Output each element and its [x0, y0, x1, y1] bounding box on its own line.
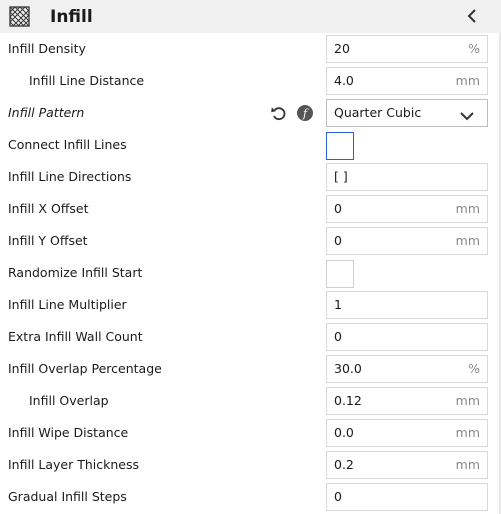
- setting-label: Infill Line Distance: [29, 73, 145, 88]
- connect-infill-lines-checkbox[interactable]: [326, 132, 354, 160]
- gradual-infill-steps-input[interactable]: 0: [326, 483, 488, 511]
- infill-overlap-input[interactable]: 0.12 mm: [326, 387, 488, 415]
- field-unit: mm: [455, 393, 480, 408]
- function-icon[interactable]: f: [296, 104, 314, 122]
- setting-label: Randomize Infill Start: [8, 265, 143, 280]
- field-value: 30.0: [334, 361, 362, 376]
- setting-label: Infill Pattern: [8, 105, 85, 120]
- field-unit: %: [468, 41, 480, 56]
- category-title: Infill: [50, 7, 93, 27]
- setting-label: Infill Layer Thickness: [8, 457, 140, 472]
- infill-x-offset-input[interactable]: 0 mm: [326, 195, 488, 223]
- extra-infill-wall-count-input[interactable]: 0: [326, 323, 488, 351]
- setting-infill-pattern: Infill Pattern f Quarter Cubic: [0, 97, 501, 129]
- setting-label: Connect Infill Lines: [8, 137, 127, 152]
- setting-infill-overlap: Infill Overlap 0.12 mm: [0, 385, 501, 417]
- infill-y-offset-input[interactable]: 0 mm: [326, 227, 488, 255]
- setting-label: Infill Density: [8, 41, 86, 56]
- setting-infill-density: Infill Density 20 %: [0, 33, 501, 65]
- setting-label: Infill Overlap Percentage: [8, 361, 162, 376]
- field-unit: mm: [455, 73, 480, 88]
- setting-infill-wipe-distance: Infill Wipe Distance 0.0 mm: [0, 417, 501, 449]
- setting-infill-line-multiplier: Infill Line Multiplier 1: [0, 289, 501, 321]
- infill-wipe-distance-input[interactable]: 0.0 mm: [326, 419, 488, 447]
- setting-label: Infill X Offset: [8, 201, 89, 216]
- field-unit: mm: [455, 425, 480, 440]
- infill-line-multiplier-input[interactable]: 1: [326, 291, 488, 319]
- setting-label: Infill Overlap: [29, 393, 109, 408]
- field-value: [ ]: [334, 169, 348, 184]
- category-header[interactable]: Infill: [0, 0, 501, 33]
- field-value: 0: [334, 201, 342, 216]
- infill-pattern-select[interactable]: Quarter Cubic: [326, 99, 488, 127]
- field-value: 0: [334, 489, 342, 504]
- setting-label: Infill Line Multiplier: [8, 297, 127, 312]
- infill-category-icon: [9, 6, 30, 27]
- setting-infill-y-offset: Infill Y Offset 0 mm: [0, 225, 501, 257]
- field-value: 4.0: [334, 73, 354, 88]
- setting-label: Infill Y Offset: [8, 233, 88, 248]
- infill-density-input[interactable]: 20 %: [326, 35, 488, 63]
- infill-line-distance-input[interactable]: 4.0 mm: [326, 67, 488, 95]
- field-value: 0: [334, 233, 342, 248]
- field-unit: mm: [455, 457, 480, 472]
- setting-infill-line-directions: Infill Line Directions [ ]: [0, 161, 501, 193]
- setting-label: Extra Infill Wall Count: [8, 329, 143, 344]
- infill-layer-thickness-input[interactable]: 0.2 mm: [326, 451, 488, 479]
- setting-infill-x-offset: Infill X Offset 0 mm: [0, 193, 501, 225]
- setting-extra-infill-wall-count: Extra Infill Wall Count 0: [0, 321, 501, 353]
- field-value: 0.12: [334, 393, 362, 408]
- setting-label: Infill Line Directions: [8, 169, 132, 184]
- field-value: 20: [334, 41, 350, 56]
- field-value: 0.2: [334, 457, 354, 472]
- field-unit: %: [468, 361, 480, 376]
- field-unit: mm: [455, 233, 480, 248]
- field-value: Quarter Cubic: [334, 105, 422, 120]
- setting-infill-layer-thickness: Infill Layer Thickness 0.2 mm: [0, 449, 501, 481]
- setting-randomize-infill-start: Randomize Infill Start: [0, 257, 501, 289]
- field-unit: mm: [455, 201, 480, 216]
- infill-overlap-percentage-input[interactable]: 30.0 %: [326, 355, 488, 383]
- field-value: 0: [334, 329, 342, 344]
- setting-connect-infill-lines: Connect Infill Lines: [0, 129, 501, 161]
- setting-infill-line-distance: Infill Line Distance 4.0 mm: [0, 65, 501, 97]
- setting-label: Infill Wipe Distance: [8, 425, 129, 440]
- setting-infill-overlap-percentage: Infill Overlap Percentage 30.0 %: [0, 353, 501, 385]
- setting-gradual-infill-steps: Gradual Infill Steps 0: [0, 481, 501, 513]
- field-value: 0.0: [334, 425, 354, 440]
- field-value: 1: [334, 297, 342, 312]
- randomize-infill-start-checkbox[interactable]: [326, 260, 354, 288]
- infill-line-directions-input[interactable]: [ ]: [326, 163, 488, 191]
- setting-label: Gradual Infill Steps: [8, 489, 127, 504]
- reset-icon[interactable]: [270, 104, 288, 122]
- chevron-down-icon: [459, 107, 475, 121]
- chevron-left-icon[interactable]: [461, 5, 483, 27]
